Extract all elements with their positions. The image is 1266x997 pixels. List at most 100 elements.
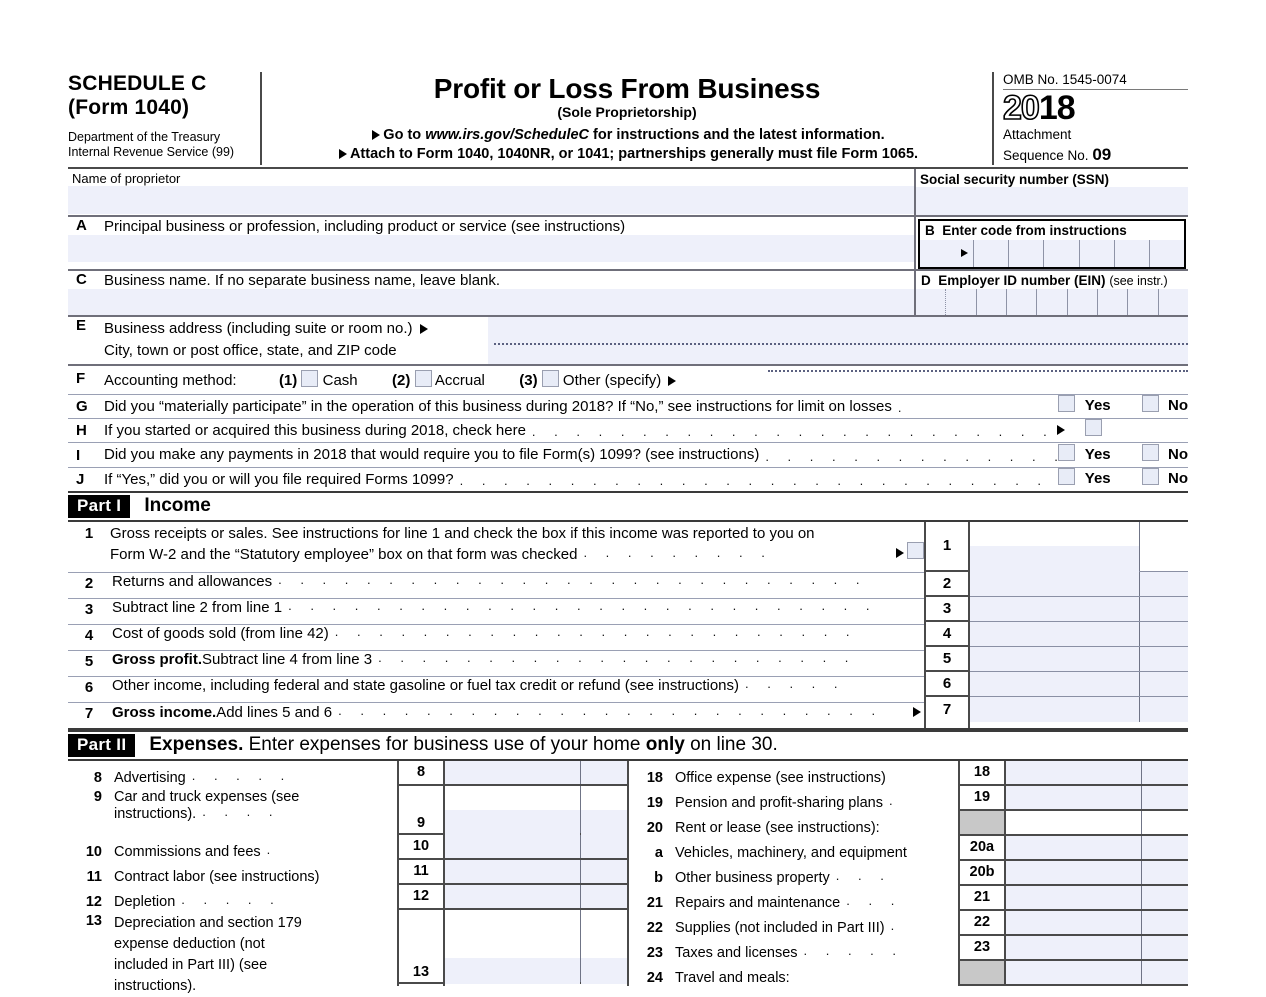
income-text-7: Add lines 5 and 6 — [216, 703, 333, 721]
amount-cents[interactable] — [580, 884, 627, 908]
ein-cell[interactable] — [916, 289, 945, 315]
business-name-input[interactable] — [68, 289, 914, 316]
business-code-cells[interactable] — [920, 239, 1184, 267]
schedule-c-form: SCHEDULE C (Form 1040) Department of the… — [68, 72, 1188, 994]
expense-line-number: 21 — [646, 894, 663, 911]
expense-amount-row[interactable] — [1006, 885, 1188, 911]
amount-dollars[interactable] — [1006, 786, 1141, 809]
principal-business-input[interactable] — [68, 235, 914, 263]
income-amount-row[interactable] — [970, 621, 1188, 647]
amount-dollars[interactable] — [1006, 761, 1141, 784]
amount-cents[interactable] — [1139, 571, 1188, 596]
ein-cell[interactable] — [945, 288, 975, 315]
checkbox-h[interactable] — [1084, 419, 1102, 437]
expense-amount-row[interactable] — [1006, 910, 1188, 936]
code-cell[interactable] — [1148, 239, 1184, 267]
amount-dollars[interactable] — [1006, 886, 1141, 909]
code-cell[interactable] — [1008, 239, 1043, 267]
code-cell[interactable] — [973, 239, 1008, 267]
expense-amount-row[interactable] — [445, 785, 627, 835]
amount-dollars[interactable] — [445, 835, 580, 858]
amount-dollars[interactable] — [970, 672, 1139, 696]
ein-cell[interactable] — [1096, 288, 1127, 315]
amount-cents[interactable] — [1141, 860, 1188, 884]
amount-dollars[interactable] — [445, 786, 580, 835]
checkbox-g-no[interactable] — [1141, 395, 1159, 413]
income-amount-row[interactable] — [970, 596, 1188, 622]
amount-cents[interactable] — [1141, 760, 1188, 784]
irs-url[interactable]: www.irs.gov/ScheduleC — [425, 127, 589, 143]
proprietor-name-input[interactable] — [68, 186, 914, 215]
income-amount-row[interactable] — [970, 571, 1188, 597]
amount-cents[interactable] — [1139, 696, 1188, 722]
amount-dollars[interactable] — [445, 885, 580, 908]
expense-amount-row[interactable] — [445, 909, 627, 984]
amount-cents[interactable] — [1141, 785, 1188, 809]
amount-cents[interactable] — [1141, 910, 1188, 934]
expense-amount-row[interactable] — [1006, 860, 1188, 886]
amount-cents[interactable] — [1141, 835, 1188, 859]
income-row-7: 7 Gross income. Add lines 5 and 6 . . . .… — [68, 703, 924, 728]
amount-cents[interactable] — [1139, 646, 1188, 671]
checkbox-j-yes[interactable] — [1058, 467, 1076, 485]
part2-header: Part II Expenses. Enter expenses for bus… — [68, 729, 1188, 761]
income-amount-row[interactable] — [970, 671, 1188, 697]
ein-cell[interactable] — [1157, 288, 1188, 315]
amount-dollars[interactable] — [445, 910, 580, 984]
checkbox-accrual[interactable] — [414, 369, 432, 387]
ein-cells[interactable] — [916, 288, 1188, 315]
ein-cell[interactable] — [1005, 288, 1036, 315]
amount-cents[interactable] — [1141, 885, 1188, 909]
amount-cents[interactable] — [580, 760, 627, 784]
expense-amount-row[interactable] — [445, 834, 627, 860]
amount-dollars[interactable] — [970, 521, 1139, 572]
amount-cents[interactable] — [580, 909, 627, 984]
amount-cents[interactable] — [580, 785, 627, 835]
amount-cents[interactable] — [1139, 671, 1188, 696]
checkbox-i-yes[interactable] — [1058, 443, 1076, 461]
amount-cents[interactable] — [1139, 521, 1188, 571]
expense-amount-row[interactable] — [445, 884, 627, 910]
expense-amount-row[interactable] — [445, 859, 627, 885]
code-cell[interactable] — [1078, 239, 1114, 267]
amount-dollars[interactable] — [970, 697, 1139, 722]
amount-cents[interactable] — [580, 834, 627, 858]
income-amount-row[interactable] — [970, 646, 1188, 672]
amount-cents[interactable] — [1141, 935, 1188, 959]
checkbox-other[interactable] — [541, 369, 559, 387]
amount-dollars[interactable] — [970, 647, 1139, 671]
ein-cell[interactable] — [975, 288, 1006, 315]
income-amount-row[interactable] — [970, 696, 1188, 722]
code-cell[interactable] — [1043, 239, 1078, 267]
amount-dollars[interactable] — [1006, 861, 1141, 884]
amount-cents[interactable] — [580, 859, 627, 883]
ein-cell[interactable] — [1036, 288, 1066, 315]
business-address-input[interactable] — [488, 317, 1188, 364]
expense-amount-row[interactable] — [1006, 935, 1188, 961]
amount-dollars[interactable] — [1006, 936, 1141, 959]
checkbox-j-no[interactable] — [1141, 467, 1159, 485]
expense-amount-row[interactable] — [1006, 835, 1188, 861]
ssn-input[interactable] — [916, 186, 1188, 215]
code-cell[interactable] — [1113, 239, 1149, 267]
ein-cell[interactable] — [1127, 288, 1157, 315]
checkbox-g-yes[interactable] — [1058, 395, 1076, 413]
amount-dollars[interactable] — [970, 597, 1139, 621]
checkbox-statutory-employee[interactable] — [907, 542, 924, 560]
amount-dollars[interactable] — [970, 622, 1139, 646]
amount-dollars[interactable] — [445, 761, 580, 784]
expense-amount-row[interactable] — [445, 760, 627, 786]
expense-amount-row[interactable] — [1006, 785, 1188, 811]
amount-dollars[interactable] — [1006, 836, 1141, 859]
amount-cents[interactable] — [1139, 621, 1188, 646]
expense-amount-row[interactable] — [1006, 760, 1188, 786]
income-amount-row[interactable] — [970, 521, 1188, 572]
amount-dollars[interactable] — [970, 572, 1139, 596]
amount-dollars[interactable] — [1006, 911, 1141, 934]
checkbox-i-no[interactable] — [1141, 443, 1159, 461]
ein-cell[interactable] — [1066, 288, 1097, 315]
amount-cents[interactable] — [1139, 596, 1188, 621]
checkbox-cash[interactable] — [301, 369, 319, 387]
amount-dollars[interactable] — [445, 860, 580, 883]
option-number-1: (1) — [278, 371, 298, 389]
